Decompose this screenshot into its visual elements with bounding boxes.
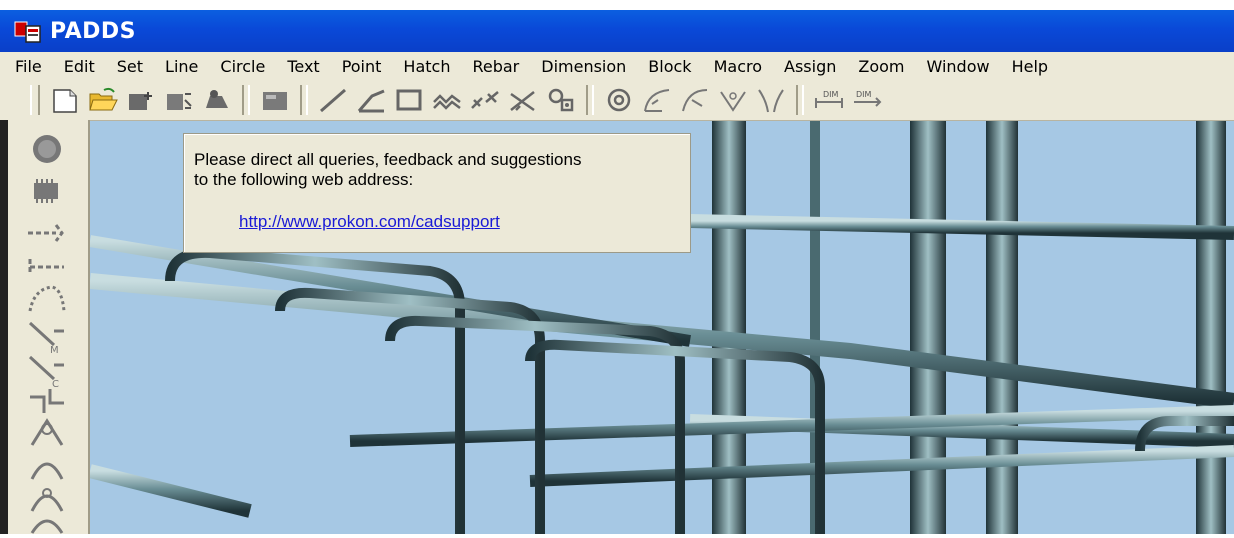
main-toolbar: DIM DIM <box>0 80 1234 121</box>
menu-edit[interactable]: Edit <box>53 57 106 76</box>
break-line-icon[interactable] <box>467 84 503 116</box>
menu-point[interactable]: Point <box>331 57 393 76</box>
menu-assign[interactable]: Assign <box>773 57 847 76</box>
toolbar-separator <box>300 85 308 115</box>
support-info-box: Please direct all queries, feedback and … <box>183 133 691 253</box>
info-line-1: Please direct all queries, feedback and … <box>194 150 582 169</box>
menu-bar: File Edit Set Line Circle Text Point Hat… <box>0 52 1234 80</box>
menu-line[interactable]: Line <box>154 57 209 76</box>
toolbar-grip[interactable] <box>30 85 40 115</box>
svg-text:DIM: DIM <box>823 90 839 99</box>
dimension-2-icon[interactable]: DIM <box>849 84 885 116</box>
explode-block-icon[interactable] <box>161 84 197 116</box>
top-clipped-strip <box>0 0 1234 10</box>
menu-help[interactable]: Help <box>1001 57 1059 76</box>
new-file-icon[interactable] <box>47 84 83 116</box>
info-line-2: to the following web address: <box>194 170 414 189</box>
rectangle-icon[interactable] <box>391 84 427 116</box>
menu-zoom[interactable]: Zoom <box>847 57 915 76</box>
gallery-icon[interactable] <box>199 84 235 116</box>
menu-set[interactable]: Set <box>106 57 154 76</box>
bend-r-icon[interactable] <box>22 412 72 450</box>
arc-icon[interactable] <box>639 84 675 116</box>
chip-icon[interactable] <box>22 172 72 210</box>
menu-dimension[interactable]: Dimension <box>530 57 637 76</box>
support-link[interactable]: http://www.prokon.com/cadsupport <box>239 212 500 232</box>
cross-line-icon[interactable] <box>505 84 541 116</box>
rebar-m-icon[interactable]: M <box>22 316 72 354</box>
toolbar-separator <box>242 85 250 115</box>
menu-text[interactable]: Text <box>276 57 330 76</box>
line-icon[interactable] <box>315 84 351 116</box>
menu-rebar[interactable]: Rebar <box>461 57 530 76</box>
curve-icon[interactable] <box>753 84 789 116</box>
toolbar-separator <box>586 85 594 115</box>
line-start-icon[interactable] <box>22 246 72 284</box>
polyline-icon[interactable] <box>353 84 389 116</box>
menu-macro[interactable]: Macro <box>703 57 773 76</box>
line-end-icon[interactable] <box>22 212 72 250</box>
dimension-icon[interactable]: DIM <box>811 84 847 116</box>
open-folder-icon[interactable] <box>85 84 121 116</box>
chain-icon[interactable] <box>543 84 579 116</box>
window-title: PADDS <box>50 18 136 44</box>
title-bar[interactable]: PADDS <box>0 10 1234 52</box>
vertex-icon[interactable] <box>715 84 751 116</box>
toolbar-separator <box>796 85 804 115</box>
menu-hatch[interactable]: Hatch <box>392 57 461 76</box>
left-edge <box>0 120 8 534</box>
globe-icon[interactable] <box>22 130 72 168</box>
menu-circle[interactable]: Circle <box>209 57 276 76</box>
left-toolbar: M C <box>0 120 90 534</box>
dotted-curve-icon[interactable] <box>22 280 72 318</box>
circle-point-icon[interactable] <box>601 84 637 116</box>
bend-small-icon[interactable] <box>22 500 72 538</box>
insert-block-icon[interactable] <box>123 84 159 116</box>
menu-block[interactable]: Block <box>637 57 702 76</box>
menu-file[interactable]: File <box>0 57 53 76</box>
drawing-canvas[interactable]: Please direct all queries, feedback and … <box>90 121 1234 534</box>
menu-window[interactable]: Window <box>915 57 1000 76</box>
padds-app-icon <box>14 18 42 44</box>
angle-r-icon[interactable] <box>677 84 713 116</box>
zigzag-icon[interactable] <box>429 84 465 116</box>
layer-icon[interactable] <box>257 84 293 116</box>
svg-text:DIM: DIM <box>856 90 872 99</box>
